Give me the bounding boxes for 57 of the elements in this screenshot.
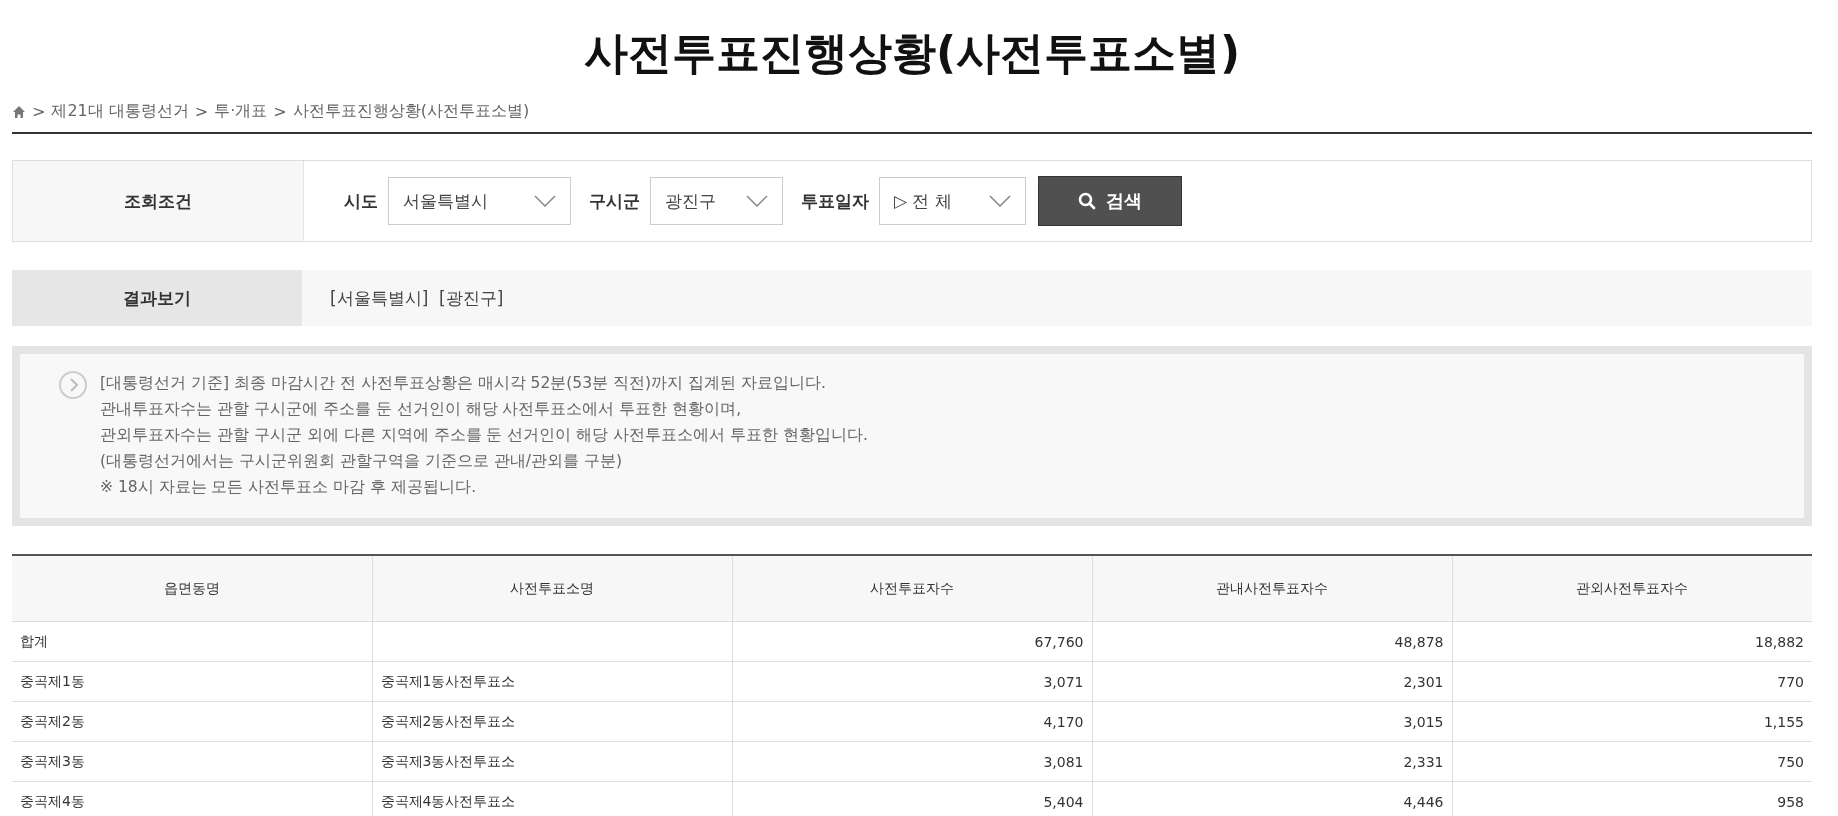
table-cell: 중곡제4동사전투표소	[380, 792, 516, 809]
notice-text: 관외투표자수는 관할 구시군 외에 다른 지역에 주소를 둔 선거인이 해당 사전투표소에서 투표한 현황입니다.	[100, 425, 869, 446]
search-condition-label: 조회조건	[13, 161, 304, 241]
chevron-down-icon	[534, 195, 556, 207]
table-cell: 48,878	[1394, 633, 1444, 650]
field-label: 투표일자	[801, 189, 869, 213]
notice-text: 관내투표자수는 관할 구시군에 주소를 둔 선거인이 해당 사전투표소에서 투표한 현황이며,	[100, 399, 743, 420]
field-label: 구시군	[589, 189, 640, 213]
notice-text: ※ 18시 자료는 모든 사전투표소 마감 후 제공됩니다.	[100, 477, 478, 498]
table-cell: 중곡제2동사전투표소	[380, 712, 516, 729]
page-title: 사전투표진행상황(사전투표소별)	[582, 26, 1242, 80]
notice-text: [대통령선거 기준] 최종 마감시간 전 사전투표상황은 매시각 52분(53분 직전)까지 집계된 자료입니다.	[100, 373, 827, 394]
chevron-down-icon	[989, 195, 1011, 207]
column-header: 읍면동명	[12, 555, 372, 622]
table-cell: 3,015	[1403, 713, 1444, 730]
table-cell: 4,170	[1043, 713, 1084, 730]
breadcrumb-link[interactable]: 투·개표	[214, 101, 268, 122]
table-cell: 합계	[20, 632, 48, 649]
table-cell: 1,155	[1763, 713, 1804, 730]
column-header: 사전투표소명	[372, 555, 732, 622]
chevron-circle-icon	[58, 370, 88, 400]
column-header: 사전투표자수	[732, 555, 1092, 622]
table-cell: 18,882	[1755, 633, 1804, 650]
search-button[interactable]: 검색	[1038, 176, 1182, 226]
home-icon[interactable]	[12, 104, 26, 119]
result-value: [서울특별시] [광진구]	[329, 286, 504, 310]
table-cell: 67,760	[1034, 633, 1084, 650]
table-cell: 중곡제2동	[20, 712, 85, 729]
table-cell: 중곡제3동	[20, 752, 85, 769]
dropdown-select[interactable]: ▷ 전 체	[879, 177, 1026, 225]
table-cell: 958	[1777, 793, 1804, 810]
table-cell: 중곡제4동	[20, 792, 85, 809]
table-cell: 770	[1777, 673, 1804, 690]
table-cell: 3,081	[1043, 753, 1084, 770]
search-icon	[1078, 192, 1096, 210]
table-cell: 중곡제3동사전투표소	[380, 752, 516, 769]
breadcrumb-separator: >	[273, 102, 287, 121]
breadcrumb-separator: >	[194, 102, 209, 121]
notice-text: (대통령선거에서는 구시군위원회 관할구역을 기준으로 관내/관외를 구분)	[100, 451, 623, 472]
dropdown-select[interactable]: 서울특별시	[388, 177, 571, 225]
table-cell: 3,071	[1043, 673, 1084, 690]
column-header: 관외사전투표자수	[1452, 555, 1812, 622]
dropdown-select[interactable]: 광진구	[650, 177, 783, 225]
column-header: 관내사전투표자수	[1092, 555, 1452, 622]
table-cell: 2,301	[1403, 673, 1444, 690]
breadcrumb-link[interactable]: 사전투표진행상황(사전투표소별)	[292, 101, 530, 122]
result-label: 결과보기	[12, 270, 302, 326]
table-cell: 750	[1777, 753, 1804, 770]
table-cell: 4,446	[1403, 793, 1444, 810]
table-cell: 중곡제1동사전투표소	[380, 672, 516, 689]
field-label: 시도	[344, 189, 378, 213]
table-cell: 중곡제1동	[20, 672, 85, 689]
chevron-down-icon	[746, 195, 768, 207]
breadcrumb-link[interactable]: 제21대 대통령선거	[51, 101, 189, 122]
table-cell: 5,404	[1043, 793, 1084, 810]
table-cell: 2,331	[1403, 753, 1444, 770]
breadcrumb-separator: >	[32, 102, 46, 121]
